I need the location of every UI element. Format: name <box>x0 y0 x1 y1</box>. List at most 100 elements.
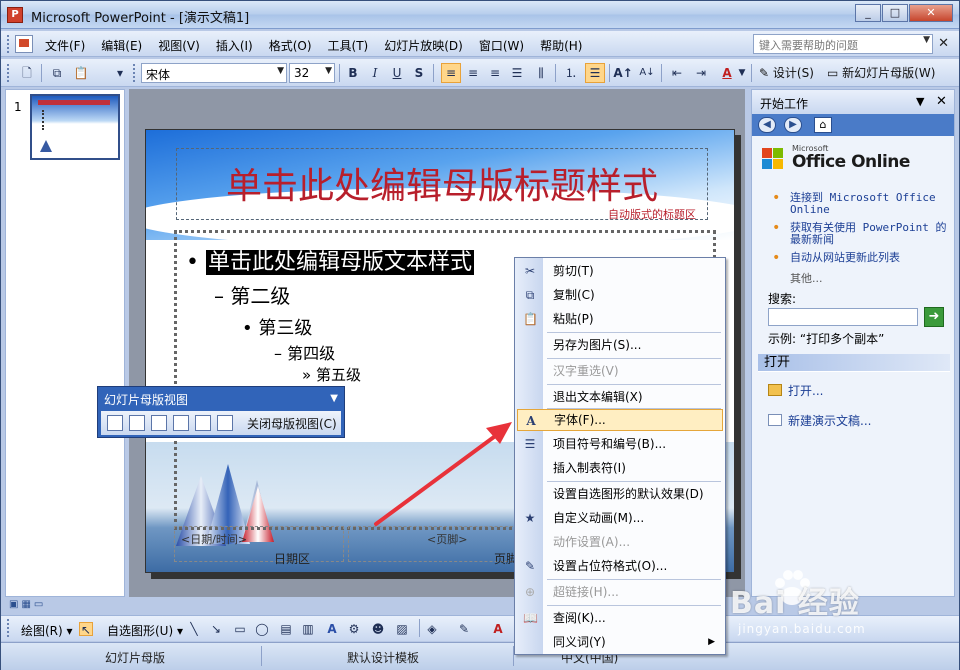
menu-file[interactable]: 文件(F) <box>45 37 85 54</box>
level-4-text[interactable]: 第四级 <box>287 344 335 363</box>
search-input[interactable] <box>768 308 918 326</box>
new-presentation-link[interactable]: 新建演示文稿... <box>768 412 871 429</box>
back-icon[interactable]: ◀ <box>758 117 776 133</box>
new-document-icon[interactable]: 🗋 <box>17 63 37 83</box>
font-color-icon[interactable]: A <box>717 63 737 83</box>
ctx-insert-tab[interactable]: 插入制表符(I) <box>517 457 723 479</box>
ctx-format-placeholder[interactable]: ✎ 设置占位符格式(O)... <box>517 555 723 577</box>
link-latest-news[interactable]: 获取有关使用 PowerPoint 的最新新闻 <box>762 222 952 246</box>
text-level-5[interactable]: » 第五级 <box>302 364 361 385</box>
increase-indent-icon[interactable]: ⇥ <box>691 63 711 83</box>
chevron-down-icon[interactable]: ▼ <box>325 66 332 76</box>
font-color-icon[interactable]: A <box>491 622 505 636</box>
ctx-look-up[interactable]: 📖 查阅(K)... <box>517 607 723 629</box>
help-search-input[interactable]: 键入需要帮助的问题 ▼ <box>753 34 933 54</box>
decrease-font-icon[interactable]: A↓ <box>637 63 657 83</box>
chevron-down-icon[interactable]: ▼ <box>923 35 930 45</box>
textbox-icon[interactable]: ▤ <box>279 622 293 636</box>
ctx-save-as-picture[interactable]: 另存为图片(S)... <box>517 334 723 356</box>
paste-icon[interactable]: 📋 <box>71 63 91 83</box>
text-level-2[interactable]: – 第二级 <box>214 280 290 309</box>
slideshow-icon[interactable]: ▭ <box>34 599 46 610</box>
rename-master-icon[interactable] <box>195 415 211 431</box>
level-5-text[interactable]: 第五级 <box>316 366 361 384</box>
text-level-1[interactable]: • 单击此处编辑母版文本样式 <box>186 244 474 276</box>
oval-icon[interactable]: ◯ <box>255 622 269 636</box>
vertical-textbox-icon[interactable]: ▥ <box>301 622 315 636</box>
toolbar-grip[interactable] <box>7 64 11 82</box>
document-icon[interactable] <box>15 35 33 53</box>
link-connect-office-online[interactable]: 连接到 Microsoft Office Online <box>762 192 952 216</box>
design-button[interactable]: ✎ 设计(S) <box>759 64 814 81</box>
ctx-font[interactable]: A 字体(F)... <box>517 409 723 431</box>
status-template[interactable]: 默认设计模板 <box>347 649 419 666</box>
ctx-synonyms[interactable]: 同义词(Y) ▶ <box>517 631 723 653</box>
powerpoint-app-icon[interactable]: P <box>7 7 23 23</box>
master-title-text[interactable]: 单击此处编辑母版标题样式 <box>177 157 707 209</box>
bullets-icon[interactable]: ☰ <box>585 63 605 83</box>
menu-grip[interactable] <box>7 35 11 53</box>
ctx-bullets-numbering[interactable]: ☰ 项目符号和编号(B)... <box>517 433 723 455</box>
numbering-icon[interactable]: ⒈ <box>561 63 581 83</box>
master-toolbar-title[interactable]: 幻灯片母版视图 <box>104 391 188 408</box>
new-slide-master-button[interactable]: ▭ 新幻灯片母版(W) <box>827 64 935 81</box>
ctx-custom-animation[interactable]: ★ 自定义动画(M)... <box>517 507 723 529</box>
menu-window[interactable]: 窗口(W) <box>479 37 524 54</box>
bold-button[interactable]: B <box>343 63 363 83</box>
align-right-icon[interactable]: ≡ <box>485 63 505 83</box>
insert-slide-master-icon[interactable] <box>107 415 123 431</box>
toolbar-options-icon[interactable]: ▾ <box>115 63 125 83</box>
toolbar-grip[interactable] <box>133 64 137 82</box>
menu-tools[interactable]: 工具(T) <box>328 37 369 54</box>
date-placeholder[interactable]: <日期/时间> <box>174 526 344 562</box>
slide-sorter-icon[interactable]: ▦ <box>21 599 33 610</box>
search-go-icon[interactable]: ➜ <box>924 307 944 327</box>
slide-thumbnail[interactable] <box>30 94 120 160</box>
level-1-text[interactable]: 单击此处编辑母版文本样式 <box>205 250 474 275</box>
ctx-default-autoshape[interactable]: 设置自选图形的默认效果(D) <box>517 483 723 505</box>
menu-help[interactable]: 帮助(H) <box>540 37 582 54</box>
select-pointer-icon[interactable]: ↖ <box>79 622 93 637</box>
home-icon[interactable]: ⌂ <box>814 117 832 133</box>
maximize-button[interactable]: □ <box>882 4 908 22</box>
normal-view-icon[interactable]: ▣ <box>9 599 21 610</box>
line-color-icon[interactable]: ✎ <box>457 622 471 636</box>
arrow-icon[interactable]: ↘ <box>209 622 223 636</box>
fill-color-icon[interactable]: ◈ <box>425 622 439 636</box>
distribute-icon[interactable]: ⫼ <box>531 63 551 83</box>
open-file-link[interactable]: 打开... <box>768 382 823 399</box>
draw-menu-button[interactable]: 绘图(R) ▾ <box>21 622 73 639</box>
insert-title-master-icon[interactable] <box>129 415 145 431</box>
clipart-icon[interactable]: ☻ <box>371 622 385 636</box>
text-level-3[interactable]: • 第三级 <box>242 314 312 340</box>
toolbar-grip[interactable] <box>7 619 11 637</box>
picture-icon[interactable]: ▨ <box>395 622 409 636</box>
italic-button[interactable]: I <box>365 63 385 83</box>
link-more[interactable]: 其他... <box>762 270 952 286</box>
chevron-down-icon[interactable]: ▼ <box>916 95 924 108</box>
close-master-view-button[interactable]: 关闭母版视图(C) <box>247 415 337 432</box>
minimize-button[interactable]: _ <box>855 4 881 22</box>
preserve-master-icon[interactable] <box>173 415 189 431</box>
link-auto-update[interactable]: 自动从网站更新此列表 <box>762 252 952 265</box>
font-name-select[interactable]: 宋体 ▼ <box>141 63 287 83</box>
underline-button[interactable]: U <box>387 63 407 83</box>
chevron-down-icon[interactable]: ▼ <box>330 393 338 404</box>
menu-format[interactable]: 格式(O) <box>269 37 312 54</box>
level-3-text[interactable]: 第三级 <box>258 318 312 339</box>
chevron-down-icon[interactable]: ▼ <box>277 66 284 76</box>
font-size-select[interactable]: 32 ▼ <box>289 63 335 83</box>
close-button[interactable]: ✕ <box>909 4 953 22</box>
document-close-icon[interactable]: ✕ <box>938 36 949 51</box>
forward-icon[interactable]: ▶ <box>784 117 802 133</box>
copy-icon[interactable]: ⧉ <box>47 63 67 83</box>
ctx-cut[interactable]: ✂ 剪切(T) <box>517 260 723 282</box>
align-left-icon[interactable]: ≡ <box>441 63 461 83</box>
delete-master-icon[interactable] <box>151 415 167 431</box>
line-icon[interactable]: ╲ <box>187 622 201 636</box>
rectangle-icon[interactable]: ▭ <box>233 622 247 636</box>
increase-font-icon[interactable]: A↑ <box>613 63 633 83</box>
chevron-down-icon[interactable]: ▼ <box>737 63 747 83</box>
close-icon[interactable]: ✕ <box>936 94 947 109</box>
ctx-copy[interactable]: ⧉ 复制(C) <box>517 284 723 306</box>
